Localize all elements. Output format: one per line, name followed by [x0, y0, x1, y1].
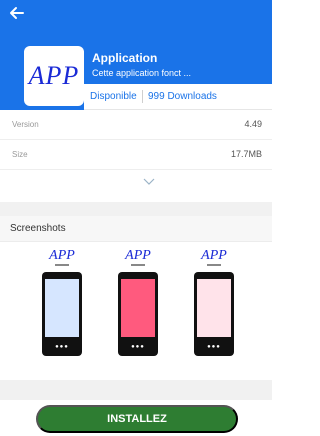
screenshot-caption-line	[186, 264, 242, 267]
screenshot-thumbnail[interactable]: APP ●●●	[186, 248, 242, 368]
screenshot-thumbnail[interactable]: APP ●●●	[110, 248, 166, 368]
phone-frame: ●●●	[118, 272, 158, 356]
phone-screen	[45, 279, 79, 337]
info-key: Version	[12, 120, 39, 129]
app-description: Cette application fonct ...	[92, 68, 192, 78]
meta-divider	[142, 90, 143, 103]
screenshots-carousel[interactable]: APP ●●● APP ●●● APP ●●●	[0, 242, 272, 380]
screenshot-caption-line	[34, 264, 90, 267]
section-divider	[0, 380, 272, 400]
downloads-count: 999 Downloads	[148, 91, 217, 102]
install-button[interactable]: INSTALLEZ	[36, 405, 238, 433]
chevron-down-icon[interactable]	[142, 176, 156, 186]
app-icon: APP	[24, 46, 84, 106]
info-value: 4.49	[244, 119, 262, 129]
phone-frame: ●●●	[42, 272, 82, 356]
screenshots-header: Screenshots	[0, 216, 272, 242]
screenshot-label: APP	[125, 248, 151, 263]
phone-screen	[197, 279, 231, 337]
app-meta-row: Disponible 999 Downloads	[84, 84, 272, 110]
availability-label: Disponible	[90, 91, 137, 102]
screenshot-label: APP	[201, 248, 227, 263]
screenshot-thumbnail[interactable]: APP ●●●	[34, 248, 90, 368]
app-name: Application	[92, 51, 158, 65]
phone-nav-dots: ●●●	[131, 344, 145, 350]
info-value: 17.7MB	[230, 149, 262, 159]
info-row-version: Version 4.49	[0, 110, 272, 140]
screenshot-caption-line	[110, 264, 166, 267]
screenshots-title: Screenshots	[10, 223, 66, 234]
app-icon-text: APP	[28, 61, 80, 90]
arrow-left-icon[interactable]	[8, 4, 26, 22]
phone-nav-dots: ●●●	[55, 344, 69, 350]
phone-frame: ●●●	[194, 272, 234, 356]
phone-nav-dots: ●●●	[207, 344, 221, 350]
info-key: Size	[12, 150, 28, 159]
phone-screen	[121, 279, 155, 337]
screenshot-label: APP	[49, 248, 75, 263]
info-section: Version 4.49 Size 17.7MB	[0, 110, 272, 202]
section-divider	[0, 202, 272, 216]
info-row-size: Size 17.7MB	[0, 140, 272, 170]
